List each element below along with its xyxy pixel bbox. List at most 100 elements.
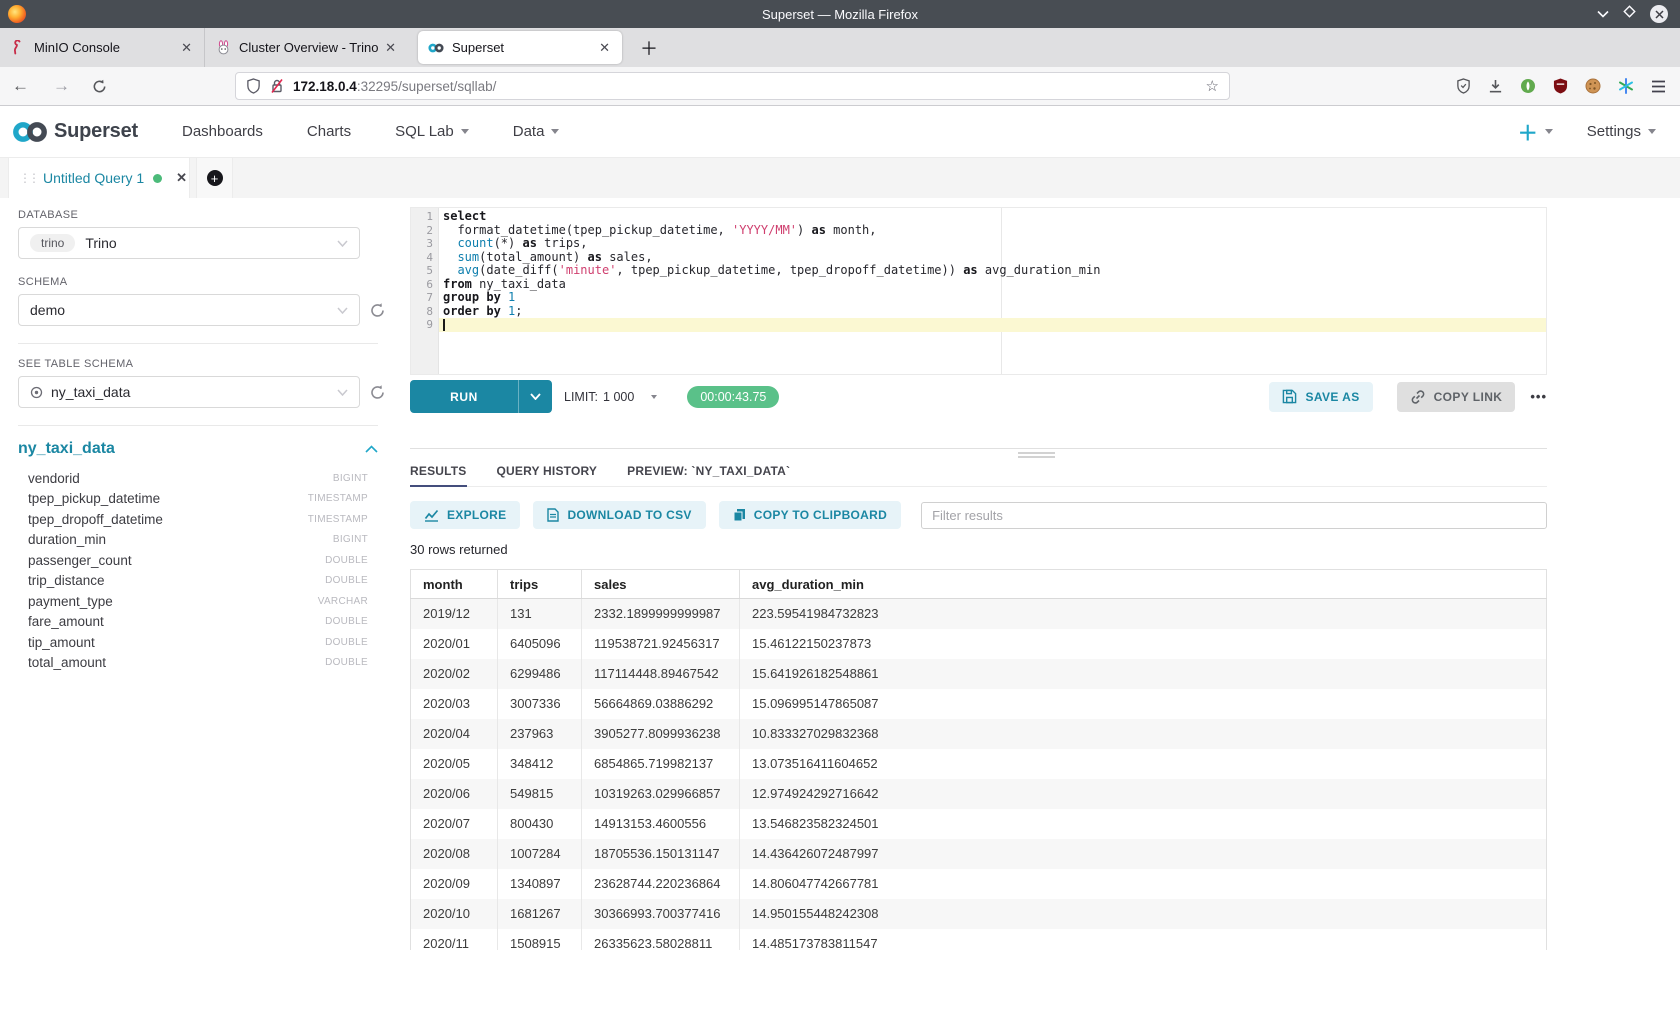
- table-column-row[interactable]: fare_amountDOUBLE: [18, 612, 386, 633]
- bookmark-star-icon[interactable]: ☆: [1206, 77, 1219, 95]
- run-label[interactable]: RUN: [410, 380, 518, 413]
- table-cell: 2020/06: [411, 779, 498, 809]
- extension-green-icon[interactable]: [1520, 78, 1536, 94]
- url-bar[interactable]: 172.18.0.4:32295/superset/sqllab/ ☆: [235, 72, 1230, 100]
- tab-results[interactable]: RESULTS: [410, 458, 467, 486]
- table-header-cell[interactable]: sales: [582, 570, 740, 599]
- nav-item-dashboards[interactable]: Dashboards: [182, 123, 263, 140]
- table-column-row[interactable]: passenger_countDOUBLE: [18, 550, 386, 571]
- save-as-button[interactable]: SAVE AS: [1269, 382, 1372, 412]
- copy-to-clipboard-button[interactable]: COPY TO CLIPBOARD: [719, 501, 901, 529]
- line-number: 2: [411, 224, 433, 238]
- run-options-dropdown[interactable]: [518, 380, 552, 413]
- explore-button[interactable]: EXPLORE: [410, 501, 520, 529]
- limit-value: 1 000: [603, 390, 634, 404]
- refresh-table-icon[interactable]: [369, 384, 386, 401]
- forward-button[interactable]: →: [41, 76, 82, 96]
- refresh-schema-icon[interactable]: [369, 302, 386, 319]
- clipboard-icon: [733, 508, 746, 522]
- table-row: 2020/03300733656664869.0388629215.096995…: [411, 689, 1547, 719]
- more-options-button[interactable]: •••: [1530, 389, 1547, 404]
- table-column-row[interactable]: tpep_pickup_datetimeTIMESTAMP: [18, 489, 386, 510]
- explore-label: EXPLORE: [447, 508, 506, 522]
- tab-preview-table[interactable]: PREVIEW: `NY_TAXI_DATA`: [627, 458, 790, 486]
- resize-drag-handle[interactable]: [1018, 452, 1055, 460]
- run-button[interactable]: RUN: [410, 380, 552, 413]
- table-cell: 2020/04: [411, 719, 498, 749]
- browser-tab-trino[interactable]: Cluster Overview - Trino ✕: [204, 28, 408, 67]
- code-line: count(*) as trips,: [439, 237, 1546, 251]
- table-column-row[interactable]: trip_distanceDOUBLE: [18, 571, 386, 592]
- superset-brand[interactable]: Superset: [54, 120, 138, 143]
- extension-snowflake-icon[interactable]: [1618, 78, 1634, 94]
- chevron-down-icon: [1648, 129, 1656, 134]
- nav-item-sql-lab[interactable]: SQL Lab: [395, 123, 469, 140]
- table-select[interactable]: ny_taxi_data: [18, 376, 360, 408]
- table-cell: 1681267: [498, 899, 582, 929]
- table-row: 2020/11150891526335623.5802881114.485173…: [411, 929, 1547, 951]
- drag-handle-icon[interactable]: ⋮⋮: [19, 171, 37, 185]
- table-header-cell[interactable]: avg_duration_min: [740, 570, 1547, 599]
- ublock-icon[interactable]: [1553, 78, 1568, 94]
- table-cell: 800430: [498, 809, 582, 839]
- table-cell: 30366993.700377416: [582, 899, 740, 929]
- table-header-cell[interactable]: month: [411, 570, 498, 599]
- line-number: 1: [411, 210, 433, 224]
- nav-item-charts[interactable]: Charts: [307, 123, 351, 140]
- table-row: 2019/121312332.1899999999987223.59541984…: [411, 599, 1547, 629]
- table-row: 2020/0654981510319263.02996685712.974924…: [411, 779, 1547, 809]
- table-column-row[interactable]: payment_typeVARCHAR: [18, 591, 386, 612]
- results-table-container[interactable]: monthtripssalesavg_duration_min 2019/121…: [410, 569, 1547, 950]
- table-column-row[interactable]: tpep_dropoff_datetimeTIMESTAMP: [18, 509, 386, 530]
- tab-close-icon[interactable]: ✕: [179, 40, 194, 56]
- code-line: order by 1;: [439, 305, 1546, 319]
- tab-close-icon[interactable]: ✕: [597, 40, 612, 56]
- downloads-icon[interactable]: [1488, 79, 1503, 94]
- browser-tab-superset[interactable]: Superset ✕: [418, 31, 622, 64]
- editor-code-area[interactable]: select format_datetime(tpep_pickup_datet…: [439, 208, 1546, 374]
- table-column-row[interactable]: vendoridBIGINT: [18, 468, 386, 489]
- filter-results-input[interactable]: [921, 502, 1547, 529]
- settings-menu[interactable]: Settings: [1587, 123, 1656, 140]
- window-maximize-icon[interactable]: [1623, 5, 1636, 23]
- download-csv-button[interactable]: DOWNLOAD TO CSV: [533, 501, 705, 529]
- insecure-lock-icon[interactable]: [270, 78, 284, 94]
- table-cell: 10319263.029966857: [582, 779, 740, 809]
- new-query-tab-button[interactable]: +: [196, 158, 233, 198]
- table-column-row[interactable]: total_amountDOUBLE: [18, 653, 386, 674]
- tab-close-icon[interactable]: ✕: [383, 40, 398, 56]
- url-host: 172.18.0.4: [293, 79, 357, 94]
- table-cell: 10.833327029832368: [740, 719, 1547, 749]
- reload-button[interactable]: [82, 79, 117, 94]
- cookie-extension-icon[interactable]: [1585, 78, 1601, 94]
- superset-logo-icon[interactable]: [10, 119, 50, 145]
- tab-query-history[interactable]: QUERY HISTORY: [497, 458, 598, 486]
- collapse-chevron-up-icon[interactable]: [365, 445, 378, 453]
- database-select[interactable]: trino Trino: [18, 227, 360, 259]
- window-minimize-icon[interactable]: [1597, 5, 1609, 23]
- table-schema-title[interactable]: ny_taxi_data: [18, 440, 115, 458]
- query-tab-untitled[interactable]: ⋮⋮ Untitled Query 1 ✕: [8, 158, 190, 198]
- column-type: DOUBLE: [325, 637, 386, 648]
- shield-icon[interactable]: [246, 78, 261, 94]
- browser-tab-minio[interactable]: MinIO Console ✕: [0, 28, 204, 67]
- hamburger-menu-icon[interactable]: [1651, 80, 1666, 93]
- schema-select[interactable]: demo: [18, 294, 360, 326]
- new-tab-button[interactable]: ＋: [628, 35, 670, 61]
- table-cell: 2020/01: [411, 629, 498, 659]
- table-header-cell[interactable]: trips: [498, 570, 582, 599]
- permissions-shield-icon[interactable]: [1456, 78, 1471, 94]
- table-column-row[interactable]: tip_amountDOUBLE: [18, 632, 386, 653]
- nav-item-data[interactable]: Data: [513, 123, 560, 140]
- column-name: fare_amount: [28, 614, 104, 629]
- column-name: payment_type: [28, 594, 113, 609]
- window-close-icon[interactable]: [1650, 5, 1668, 23]
- limit-dropdown[interactable]: LIMIT: 1 000: [564, 390, 657, 404]
- copy-link-button[interactable]: COPY LINK: [1397, 382, 1516, 412]
- back-button[interactable]: ←: [0, 76, 41, 96]
- add-new-button[interactable]: ＋: [1518, 117, 1553, 146]
- query-tab-close-icon[interactable]: ✕: [176, 170, 187, 186]
- table-column-row[interactable]: duration_minBIGINT: [18, 530, 386, 551]
- sql-editor[interactable]: 123456789 select format_datetime(tpep_pi…: [410, 207, 1547, 375]
- results-tab-bar: RESULTS QUERY HISTORY PREVIEW: `NY_TAXI_…: [410, 458, 1547, 487]
